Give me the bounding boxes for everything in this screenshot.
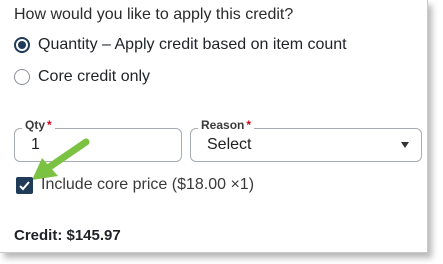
question-text: How would you like to apply this credit? bbox=[14, 6, 294, 23]
reason-label-text: Reason bbox=[201, 118, 245, 132]
qty-label-text: Qty bbox=[25, 118, 46, 132]
radio-selected-icon[interactable] bbox=[14, 37, 30, 53]
qty-required-mark: * bbox=[47, 118, 52, 132]
radio-option-quantity[interactable]: Quantity – Apply credit based on item co… bbox=[14, 36, 347, 54]
credit-panel: How would you like to apply this credit?… bbox=[0, 0, 428, 253]
radio-option-core-credit-label: Core credit only bbox=[38, 68, 151, 85]
include-core-price-checkbox[interactable] bbox=[16, 176, 33, 194]
credit-total: Credit: $145.97 bbox=[14, 227, 121, 244]
radio-unselected-icon[interactable] bbox=[14, 69, 30, 85]
reason-select[interactable]: Select bbox=[190, 128, 422, 162]
reason-required-mark: * bbox=[246, 118, 252, 132]
radio-option-core-credit[interactable]: Core credit only bbox=[14, 68, 150, 86]
reason-selected-value: Select bbox=[207, 136, 252, 153]
include-core-price-label: Include core price ($18.00 ×1) bbox=[41, 176, 255, 193]
radio-option-quantity-label: Quantity – Apply credit based on item co… bbox=[38, 36, 347, 53]
qty-label: Qty * bbox=[22, 118, 55, 132]
include-core-price-checkbox-row[interactable]: Include core price ($18.00 ×1) bbox=[16, 176, 254, 194]
reason-label: Reason * bbox=[198, 118, 255, 132]
checkmark-icon bbox=[19, 180, 30, 190]
chevron-down-icon[interactable] bbox=[401, 142, 409, 148]
